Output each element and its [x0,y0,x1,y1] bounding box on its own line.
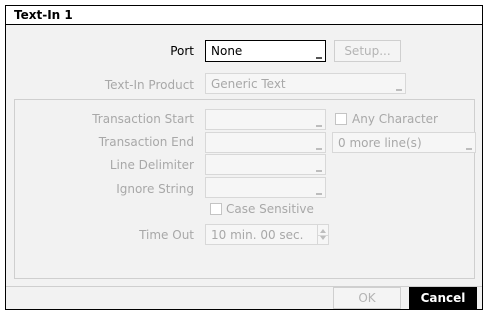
chevron-down-icon [316,193,322,195]
chevron-down-icon [316,170,322,172]
text-in-product-label: Text-In Product [104,78,194,92]
chevron-down-icon [466,148,472,150]
transaction-end-label: Transaction End [98,135,194,149]
chevron-down-icon [316,125,322,127]
line-delimiter-label: Line Delimiter [109,158,194,172]
text-in-product-dropdown[interactable]: Generic Text [205,73,406,94]
chevron-down-icon [316,148,322,150]
text-in-product-value: Generic Text [211,77,286,91]
ignore-string-input[interactable] [205,177,326,198]
setup-button[interactable]: Setup... [334,40,401,62]
port-value: None [211,44,243,58]
chevron-down-icon [316,57,322,59]
case-sensitive-label: Case Sensitive [226,202,314,216]
transaction-start-input[interactable] [205,109,326,130]
line-delimiter-input[interactable] [205,154,326,175]
any-character-checkbox[interactable] [335,113,347,125]
time-out-spinner[interactable]: 10 min. 00 sec. [205,224,329,245]
more-lines-value: 0 more line(s) [338,136,422,150]
port-label: Port [170,44,194,58]
ignore-string-label: Ignore String [116,182,194,196]
any-character-label: Any Character [352,112,438,126]
more-lines-dropdown[interactable]: 0 more line(s) [332,132,476,153]
text-in-dialog: Text-In 1 Port None Setup... Text-In Pro… [5,5,483,310]
port-dropdown[interactable]: None [205,40,326,62]
time-out-label: Time Out [139,228,194,242]
time-out-value: 10 min. 00 sec. [211,228,304,242]
chevron-down-icon [396,89,402,91]
case-sensitive-checkbox[interactable] [210,203,222,215]
cancel-button[interactable]: Cancel [409,287,477,309]
transaction-end-input[interactable] [205,132,326,153]
transaction-start-label: Transaction Start [92,112,194,126]
ok-button[interactable]: OK [333,287,401,309]
dialog-titlebar: Text-In 1 [6,6,482,25]
spinner-arrows-icon[interactable] [317,225,328,244]
dialog-title: Text-In 1 [14,8,73,22]
